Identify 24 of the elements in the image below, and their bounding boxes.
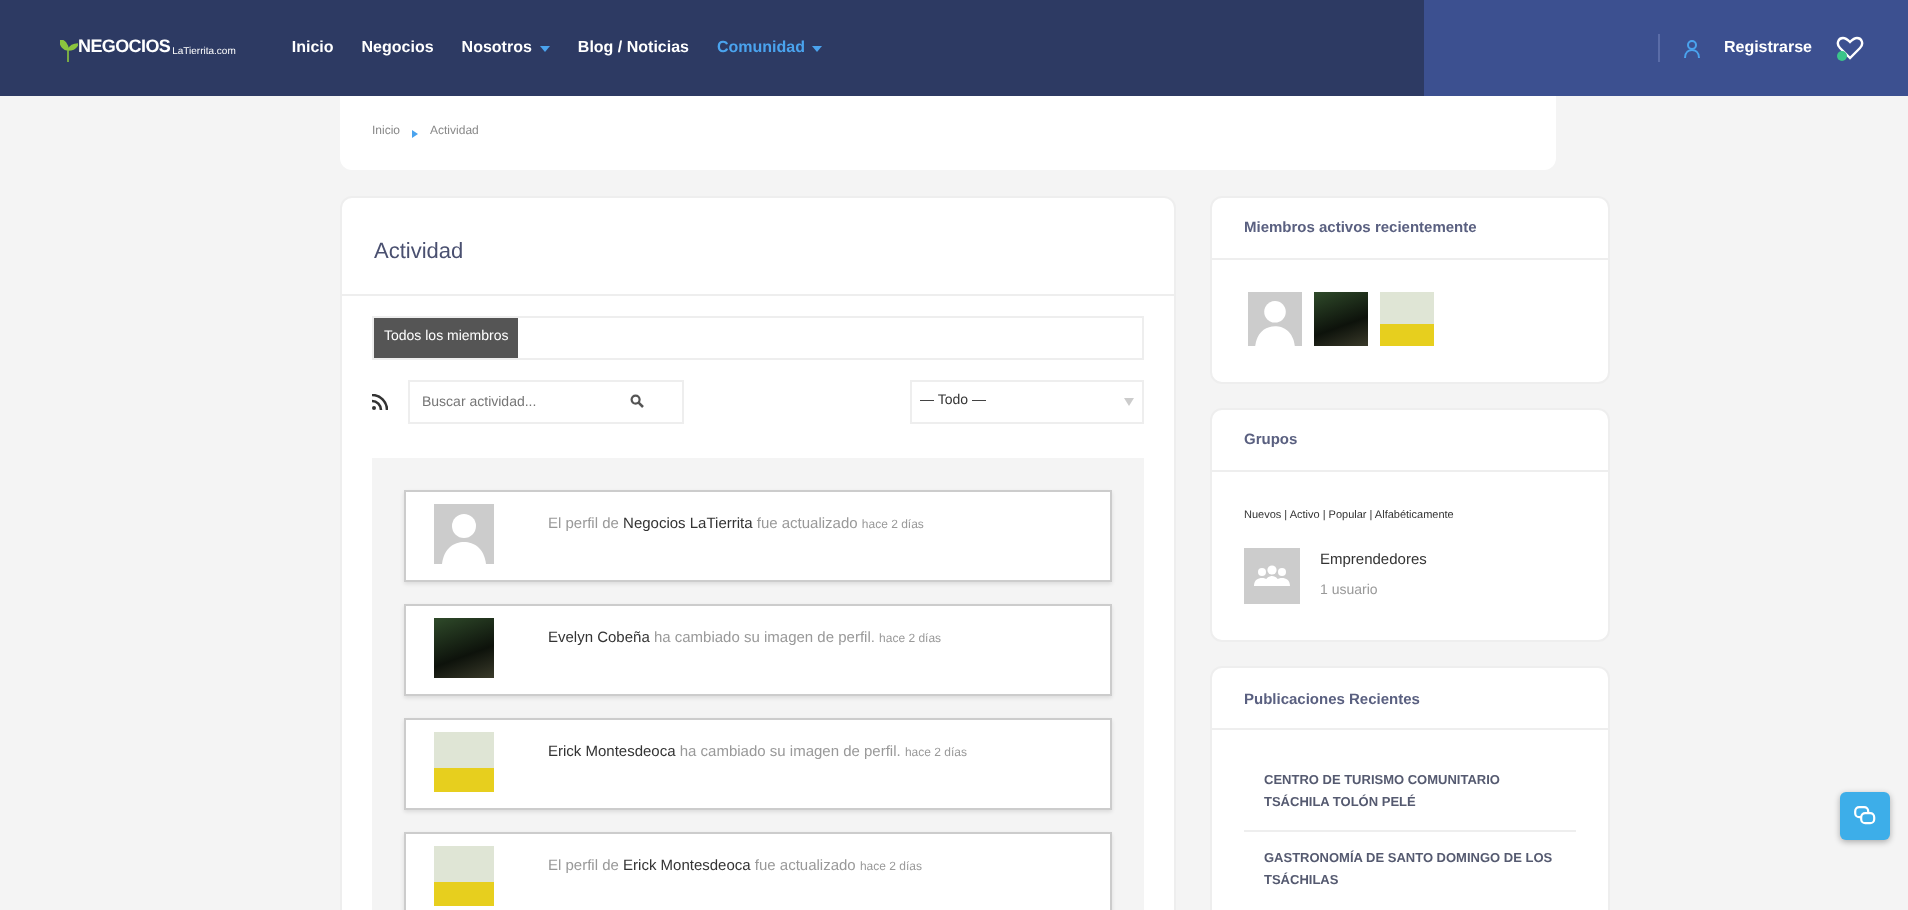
search-icon[interactable] — [630, 394, 644, 408]
rss-icon[interactable] — [372, 394, 388, 410]
photo-placeholder — [434, 846, 494, 906]
avatar-silhouette — [434, 504, 494, 564]
separator-icon — [412, 129, 419, 137]
nav-link[interactable]: Comunidad — [716, 36, 823, 60]
heart-icon[interactable] — [1836, 34, 1864, 62]
nav-link[interactable]: Nosotros — [461, 36, 550, 60]
photo-placeholder — [434, 732, 494, 792]
chat-icon — [1854, 806, 1876, 826]
avatar-silhouette[interactable] — [1248, 292, 1302, 346]
nav-link[interactable]: Inicio — [291, 36, 334, 60]
chat-button[interactable] — [1840, 792, 1890, 840]
register-link[interactable]: Registrarse — [1683, 36, 1812, 60]
photo-placeholder[interactable] — [1314, 292, 1368, 346]
leaf-icon — [60, 39, 78, 62]
card-title: Actividad — [374, 237, 464, 268]
group-avatar[interactable] — [1244, 548, 1300, 605]
logo[interactable]: NEGOCIOS — [78, 34, 171, 62]
photo-placeholder — [434, 618, 494, 678]
nav-link[interactable]: Blog / Noticias — [577, 36, 689, 60]
user-icon — [1683, 39, 1700, 57]
caret-icon — [1124, 398, 1134, 406]
nav-link[interactable]: Negocios — [361, 36, 434, 60]
